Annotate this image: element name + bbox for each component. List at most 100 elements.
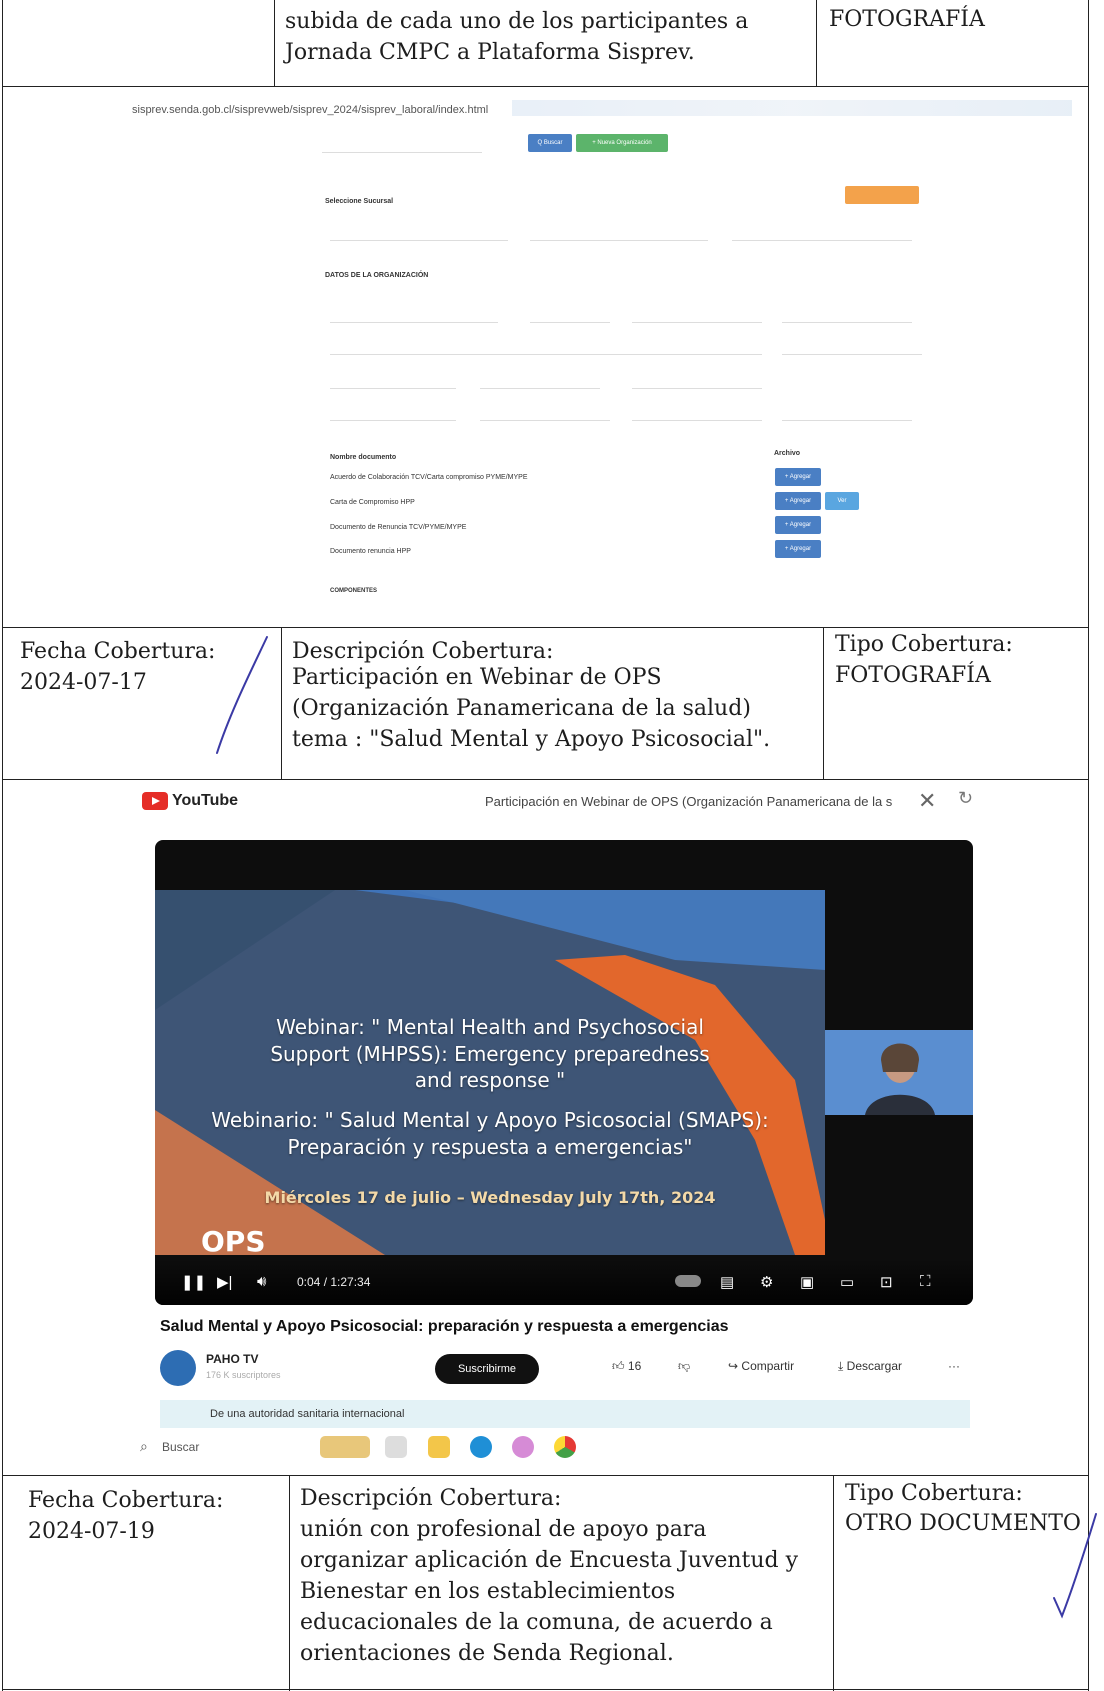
video-time: 0:04 / 1:27:34 — [297, 1275, 371, 1289]
row2-description-value: Participación en Webinar de OPS (Organiz… — [292, 665, 771, 752]
youtube-logo[interactable]: YouTube — [142, 792, 238, 810]
subscribe-button[interactable]: Suscribirme — [435, 1354, 539, 1384]
row1-bottom-border — [2, 86, 1089, 87]
org-field-2[interactable] — [530, 308, 610, 323]
url-bar-highlight — [512, 100, 1072, 116]
youtube-play-icon — [142, 792, 168, 810]
sucursal-title: Seleccione Sucursal — [325, 198, 394, 205]
theater-mode-icon[interactable]: ▭ — [840, 1273, 854, 1291]
share-icon: ↪ — [728, 1359, 739, 1373]
row3-description-label: Descripción Cobertura: — [300, 1486, 562, 1511]
download-icon: ⤓ — [838, 1359, 844, 1373]
new-organization-button[interactable]: + Nueva Organización — [576, 134, 668, 152]
org-field-13[interactable] — [480, 406, 610, 421]
video-player[interactable]: Webinar: " Mental Health and Psychosocia… — [155, 840, 973, 1305]
taskbar-search-label[interactable]: Buscar — [162, 1440, 199, 1454]
document-item-3: Documento de Renuncia TCV/PYME/MYPE — [330, 524, 467, 531]
url-text: sisprev.senda.gob.cl/sisprevweb/sisprev_… — [132, 104, 489, 116]
thumbs-up-icon: 👍︎ — [612, 1359, 625, 1373]
window-title: Participación en Webinar de OPS (Organiz… — [485, 794, 893, 809]
cast-icon[interactable]: ⊡ — [880, 1273, 893, 1291]
org-field-12[interactable] — [330, 406, 456, 421]
view-document-button[interactable]: Ver — [825, 492, 859, 510]
signature-check-mark-2 — [1053, 1513, 1097, 1619]
org-field-4[interactable] — [782, 308, 912, 323]
slide-line-5: Preparación y respuesta a emergencias" — [287, 1135, 693, 1159]
add-document-button-2[interactable]: + Agregar — [775, 492, 821, 510]
add-document-button-3[interactable]: + Agregar — [775, 516, 821, 534]
chrome-browser-icon[interactable] — [554, 1436, 576, 1458]
org-field-6[interactable] — [482, 340, 642, 355]
org-field-3[interactable] — [632, 308, 762, 323]
org-field-14[interactable] — [632, 406, 762, 421]
org-field-15[interactable] — [782, 406, 912, 421]
screenshot2-bottom-border — [2, 1475, 1089, 1476]
settings-gear-icon[interactable]: ⚙ — [760, 1273, 773, 1291]
row2-bottom-border — [2, 779, 1089, 780]
video-title: Salud Mental y Apoyo Psicosocial: prepar… — [160, 1318, 729, 1335]
row2-col-divider-1 — [281, 627, 282, 779]
app-icon[interactable] — [512, 1436, 534, 1458]
document-item-1: Acuerdo de Colaboración TCV/Carta compro… — [330, 474, 528, 481]
share-button[interactable]: ↪ Compartir — [728, 1359, 794, 1373]
slide-date: Miércoles 17 de julio – Wednesday July 1… — [264, 1188, 716, 1207]
add-document-button-4[interactable]: + Agregar — [775, 540, 821, 558]
row3-col-divider-2 — [833, 1475, 834, 1691]
reload-icon[interactable]: ↻ — [958, 788, 973, 809]
channel-avatar[interactable] — [160, 1350, 196, 1386]
screenshot1-bottom-border — [2, 627, 1089, 628]
file-explorer-icon[interactable] — [428, 1436, 450, 1458]
slide-line-2: Support (MHPSS): Emergency preparedness — [270, 1042, 710, 1066]
org-field-1[interactable] — [330, 308, 498, 323]
org-field-5[interactable] — [330, 340, 490, 355]
org-field-8[interactable] — [782, 340, 922, 355]
org-field-9[interactable] — [330, 374, 456, 389]
youtube-screenshot: YouTube Participación en Webinar de OPS … — [140, 782, 980, 1462]
taskbar: ⌕ Buscar — [140, 1432, 980, 1462]
componentes-title: COMPONENTES — [330, 588, 378, 594]
orange-action-button[interactable] — [845, 186, 919, 204]
org-field-11[interactable] — [632, 374, 762, 389]
row3-description-value: unión con profesional de apoyo para orga… — [300, 1517, 799, 1666]
table-border-left — [2, 0, 3, 1691]
volume-icon[interactable]: 🔊︎ — [257, 1273, 266, 1290]
table-bottom-border — [2, 1689, 1089, 1690]
add-document-button-1[interactable]: + Agregar — [775, 468, 821, 486]
edge-browser-icon[interactable] — [470, 1436, 492, 1458]
download-label: Descargar — [846, 1359, 903, 1373]
org-field-7[interactable] — [632, 340, 762, 355]
region-select[interactable] — [330, 226, 508, 241]
next-icon[interactable]: ▶| — [217, 1273, 232, 1291]
webinar-slide: Webinar: " Mental Health and Psychosocia… — [155, 890, 825, 1255]
row3-date-value: 2024-07-19 — [28, 1519, 155, 1544]
close-icon[interactable]: ✕ — [918, 788, 936, 814]
search-button[interactable]: Q Buscar — [528, 134, 572, 152]
org-data-title: DATOS DE LA ORGANIZACIÓN — [325, 272, 429, 279]
dislike-button[interactable]: 👎︎ — [678, 1359, 690, 1374]
rut-field[interactable] — [322, 138, 482, 153]
row2-date-label: Fecha Cobertura: — [20, 639, 216, 664]
comuna-select[interactable] — [530, 226, 708, 241]
row2-type-value: FOTOGRAFÍA — [835, 663, 991, 688]
row1-col-divider-1 — [274, 0, 275, 86]
more-options-button[interactable]: ··· — [948, 1359, 960, 1373]
subtitles-icon[interactable]: ▤ — [720, 1273, 734, 1291]
fullscreen-icon[interactable]: ⛶ — [920, 1273, 931, 1290]
speaker-figure — [825, 1030, 973, 1115]
archivo-header: Archivo — [774, 450, 801, 457]
miniplayer-icon[interactable]: ▣ — [800, 1273, 814, 1291]
widget-icon[interactable] — [320, 1436, 370, 1458]
pause-icon[interactable]: ❚❚ — [181, 1273, 206, 1291]
signature-check-mark — [216, 636, 268, 754]
download-button[interactable]: ⤓ Descargar — [838, 1359, 902, 1374]
document-item-4: Documento renuncia HPP — [330, 548, 411, 555]
channel-name[interactable]: PAHO TV — [206, 1352, 258, 1366]
search-icon[interactable]: ⌕ — [140, 1438, 148, 1455]
task-view-icon[interactable] — [385, 1436, 407, 1458]
row2-col-divider-2 — [823, 627, 824, 779]
row1-col-divider-2 — [816, 0, 817, 86]
sucursal-select[interactable] — [732, 226, 912, 241]
org-field-10[interactable] — [480, 374, 600, 389]
autoplay-toggle[interactable] — [675, 1275, 701, 1287]
like-button[interactable]: 👍︎ 16 — [612, 1359, 641, 1374]
